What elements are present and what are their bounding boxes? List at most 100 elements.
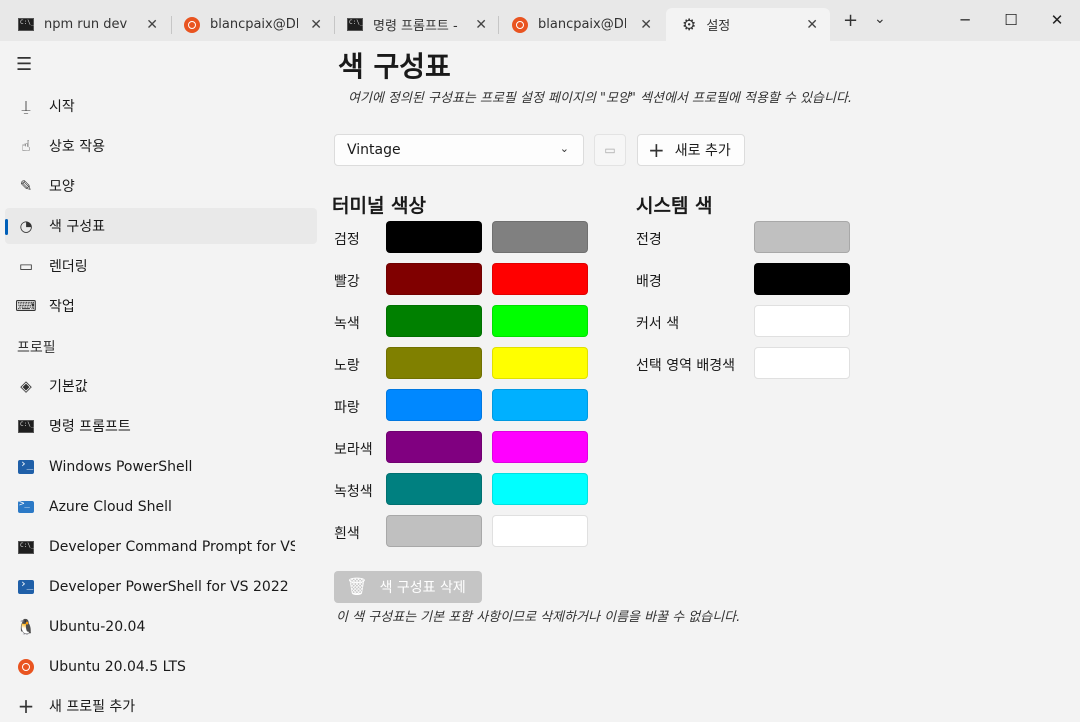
cmd-icon bbox=[347, 18, 363, 31]
linux-icon: 🐧 bbox=[16, 618, 36, 636]
terminal-colors-title: 터미널 색상 bbox=[332, 195, 427, 217]
sidebar-item-windows-powershell[interactable]: Windows PowerShell bbox=[5, 449, 317, 485]
system-color-label: 커서 색 bbox=[636, 316, 680, 332]
sidebar-item-appearance[interactable]: ✎ 모양 bbox=[5, 168, 317, 204]
terminal-color-swatch[interactable] bbox=[386, 347, 482, 379]
sidebar-item-defaults[interactable]: ◈ 기본값 bbox=[5, 368, 317, 404]
sidebar-item-label: Windows PowerShell bbox=[49, 459, 193, 475]
terminal-bright-color-swatch[interactable] bbox=[492, 431, 588, 463]
system-color-swatch[interactable] bbox=[754, 347, 850, 379]
azure-icon bbox=[18, 499, 34, 513]
hamburger-menu-icon[interactable]: ☰ bbox=[16, 56, 32, 74]
interaction-icon: ☝ bbox=[21, 137, 31, 155]
trash-icon: 🗑 bbox=[346, 577, 368, 597]
maximize-button[interactable]: ☐ bbox=[988, 8, 1034, 32]
terminal-color-swatch[interactable] bbox=[386, 389, 482, 421]
rename-button[interactable]: ▭ bbox=[594, 134, 626, 166]
terminal-bright-color-swatch[interactable] bbox=[492, 389, 588, 421]
powershell-icon bbox=[18, 457, 34, 474]
sidebar-item-label: 모양 bbox=[49, 179, 75, 195]
delete-label: 색 구성표 삭제 bbox=[379, 580, 466, 596]
sidebar-item-label: 렌더링 bbox=[49, 259, 88, 275]
sidebar-item-dev-powershell[interactable]: Developer PowerShell for VS 2022 bbox=[5, 569, 317, 605]
sidebar-item-label: Developer PowerShell for VS 2022 bbox=[49, 579, 289, 595]
system-color-swatch[interactable] bbox=[754, 263, 850, 295]
sidebar-item-label: Developer Command Prompt for VS 2022 bbox=[49, 539, 295, 555]
terminal-color-label: 흰색 bbox=[334, 526, 360, 542]
add-new-button[interactable]: + 새로 추가 bbox=[637, 134, 745, 166]
terminal-bright-color-swatch[interactable] bbox=[492, 473, 588, 505]
terminal-color-label: 보라색 bbox=[334, 442, 373, 458]
terminal-color-swatch[interactable] bbox=[386, 221, 482, 253]
tab-ubuntu-1[interactable]: blancpaix@DESKTOP ✕ bbox=[168, 8, 334, 41]
cmd-icon bbox=[18, 419, 34, 433]
cmd-icon bbox=[18, 18, 34, 31]
terminal-bright-color-swatch[interactable] bbox=[492, 515, 588, 547]
plus-icon: + bbox=[648, 138, 665, 162]
powershell-icon-wrap bbox=[17, 577, 35, 596]
tab-label: blancpaix@DESKTOP bbox=[210, 17, 298, 32]
terminal-color-swatch[interactable] bbox=[386, 515, 482, 547]
system-color-label: 선택 영역 배경색 bbox=[636, 358, 736, 374]
terminal-color-swatch[interactable] bbox=[386, 263, 482, 295]
tab-command-prompt[interactable]: 명령 프롬프트 - ✕ bbox=[331, 8, 499, 41]
terminal-bright-color-swatch[interactable] bbox=[492, 221, 588, 253]
cmd-icon-wrap bbox=[17, 417, 35, 435]
terminal-color-swatch[interactable] bbox=[386, 305, 482, 337]
tab-ubuntu-2[interactable]: blancpaix@DESKTOP ✕ bbox=[496, 8, 664, 41]
tab-npm-run-dev[interactable]: npm run dev ✕ bbox=[2, 8, 170, 41]
ubuntu-icon bbox=[18, 659, 34, 675]
sidebar-item-label: Ubuntu-20.04 bbox=[49, 619, 146, 635]
system-color-swatch[interactable] bbox=[754, 305, 850, 337]
tab-label: npm run dev bbox=[44, 17, 128, 32]
close-window-button[interactable]: ✕ bbox=[1034, 8, 1080, 32]
add-new-label: 새로 추가 bbox=[674, 143, 731, 159]
terminal-color-label: 녹색 bbox=[334, 316, 360, 332]
keyboard-icon: ⌨ bbox=[15, 297, 37, 315]
color-scheme-dropdown[interactable]: Vintage ⌄ bbox=[334, 134, 584, 166]
close-icon[interactable]: ✕ bbox=[475, 17, 487, 33]
appearance-icon: ✎ bbox=[19, 177, 33, 195]
sidebar-item-rendering[interactable]: ▭ 렌더링 bbox=[5, 248, 317, 284]
gear-icon: ⚙ bbox=[682, 15, 697, 34]
minimize-button[interactable]: ─ bbox=[942, 8, 988, 32]
new-tab-button[interactable]: + bbox=[843, 12, 858, 30]
chevron-down-icon: ⌄ bbox=[559, 142, 569, 155]
tab-settings[interactable]: ⚙ 설정 ✕ bbox=[666, 8, 830, 41]
rename-icon: ▭ bbox=[604, 143, 616, 157]
terminal-color-swatch[interactable] bbox=[386, 431, 482, 463]
system-color-label: 전경 bbox=[636, 232, 662, 248]
terminal-color-label: 노랑 bbox=[334, 358, 360, 374]
settings-sidebar: ☰ ⍊ 시작 ☝ 상호 작용 ✎ 모양 ◔ 색 구성표 ▭ 렌더링 ⌨ 작업 프… bbox=[0, 41, 322, 722]
selected-scheme-value: Vintage bbox=[347, 142, 401, 158]
sidebar-item-dev-command-prompt[interactable]: Developer Command Prompt for VS 2022 bbox=[5, 529, 295, 565]
system-color-swatch[interactable] bbox=[754, 221, 850, 253]
page-description: 여기에 정의된 구성표는 프로필 설정 페이지의 "모양" 섹션에서 프로필에 … bbox=[348, 91, 853, 106]
sidebar-item-label: 색 구성표 bbox=[49, 219, 105, 235]
close-icon[interactable]: ✕ bbox=[806, 17, 818, 33]
close-icon[interactable]: ✕ bbox=[146, 17, 158, 33]
sidebar-item-label: Ubuntu 20.04.5 LTS bbox=[49, 659, 186, 675]
sidebar-item-actions[interactable]: ⌨ 작업 bbox=[5, 288, 317, 324]
close-icon[interactable]: ✕ bbox=[310, 17, 322, 33]
terminal-bright-color-swatch[interactable] bbox=[492, 263, 588, 295]
sidebar-item-azure-cloud-shell[interactable]: Azure Cloud Shell bbox=[5, 489, 317, 525]
color-schemes-page: 색 구성표 여기에 정의된 구성표는 프로필 설정 페이지의 "모양" 섹션에서… bbox=[322, 41, 1080, 722]
sidebar-item-interaction[interactable]: ☝ 상호 작용 bbox=[5, 128, 317, 164]
tab-dropdown-button[interactable]: ⌄ bbox=[874, 10, 886, 28]
sidebar-item-color-schemes[interactable]: ◔ 색 구성표 bbox=[5, 208, 317, 244]
terminal-bright-color-swatch[interactable] bbox=[492, 347, 588, 379]
sidebar-item-label: Azure Cloud Shell bbox=[49, 499, 172, 515]
delete-color-scheme-button[interactable]: 🗑 색 구성표 삭제 bbox=[334, 571, 482, 603]
sidebar-item-ubuntu-lts[interactable]: Ubuntu 20.04.5 LTS bbox=[5, 649, 317, 685]
terminal-bright-color-swatch[interactable] bbox=[492, 305, 588, 337]
terminal-color-label: 파랑 bbox=[334, 400, 360, 416]
terminal-color-swatch[interactable] bbox=[386, 473, 482, 505]
cmd-icon bbox=[18, 540, 34, 554]
sidebar-item-startup[interactable]: ⍊ 시작 bbox=[5, 88, 317, 124]
close-icon[interactable]: ✕ bbox=[640, 17, 652, 33]
sidebar-item-command-prompt[interactable]: 명령 프롬프트 bbox=[5, 408, 317, 444]
system-colors-title: 시스템 색 bbox=[636, 195, 713, 217]
sidebar-item-add-profile[interactable]: + 새 프로필 추가 bbox=[5, 688, 317, 722]
sidebar-item-ubuntu-2004[interactable]: 🐧 Ubuntu-20.04 bbox=[5, 609, 317, 645]
